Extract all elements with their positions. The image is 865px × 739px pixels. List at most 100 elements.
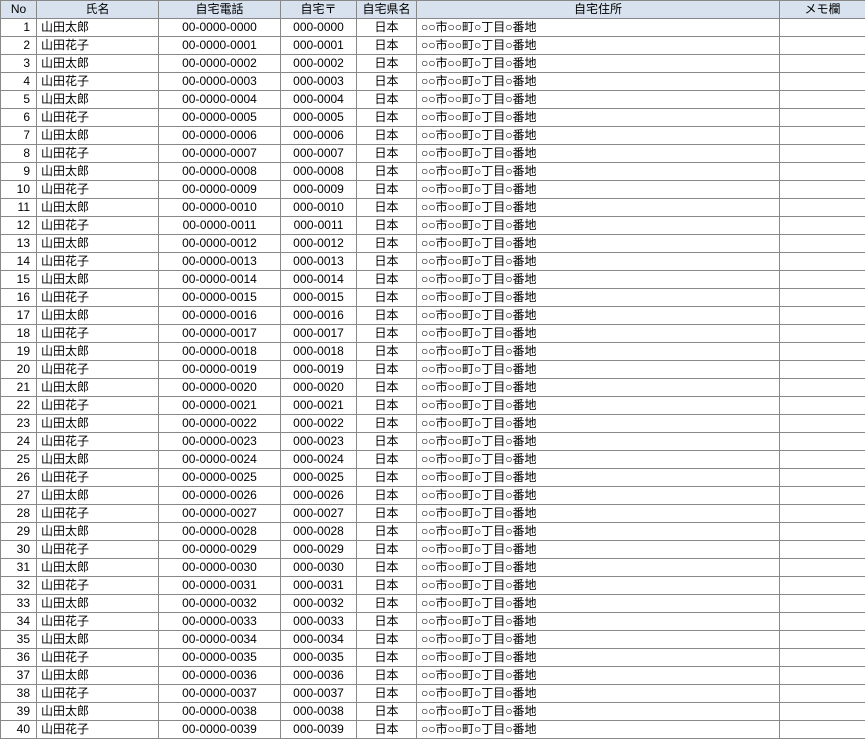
cell-no: 34: [1, 613, 37, 631]
cell-addr: ○○市○○町○丁目○番地: [417, 199, 780, 217]
cell-addr: ○○市○○町○丁目○番地: [417, 577, 780, 595]
table-row: 28山田花子00-0000-0027000-0027日本○○市○○町○丁目○番地: [1, 505, 865, 523]
cell-zip: 000-0036: [281, 667, 357, 685]
cell-no: 38: [1, 685, 37, 703]
cell-zip: 000-0022: [281, 415, 357, 433]
cell-pref: 日本: [357, 379, 417, 397]
table-row: 32山田花子00-0000-0031000-0031日本○○市○○町○丁目○番地: [1, 577, 865, 595]
cell-addr: ○○市○○町○丁目○番地: [417, 523, 780, 541]
cell-addr: ○○市○○町○丁目○番地: [417, 433, 780, 451]
table-row: 14山田花子00-0000-0013000-0013日本○○市○○町○丁目○番地: [1, 253, 865, 271]
cell-addr: ○○市○○町○丁目○番地: [417, 595, 780, 613]
cell-addr: ○○市○○町○丁目○番地: [417, 505, 780, 523]
cell-addr: ○○市○○町○丁目○番地: [417, 235, 780, 253]
col-header-pref: 自宅県名: [357, 1, 417, 19]
cell-zip: 000-0026: [281, 487, 357, 505]
cell-zip: 000-0007: [281, 145, 357, 163]
cell-name: 山田太郎: [37, 271, 159, 289]
cell-memo: [780, 253, 865, 271]
table-row: 15山田太郎00-0000-0014000-0014日本○○市○○町○丁目○番地: [1, 271, 865, 289]
cell-phone: 00-0000-0005: [159, 109, 281, 127]
cell-name: 山田太郎: [37, 343, 159, 361]
cell-no: 3: [1, 55, 37, 73]
cell-zip: 000-0031: [281, 577, 357, 595]
cell-phone: 00-0000-0037: [159, 685, 281, 703]
cell-memo: [780, 577, 865, 595]
cell-no: 29: [1, 523, 37, 541]
cell-pref: 日本: [357, 145, 417, 163]
cell-pref: 日本: [357, 487, 417, 505]
cell-memo: [780, 703, 865, 721]
table-row: 29山田太郎00-0000-0028000-0028日本○○市○○町○丁目○番地: [1, 523, 865, 541]
cell-pref: 日本: [357, 469, 417, 487]
cell-zip: 000-0002: [281, 55, 357, 73]
cell-pref: 日本: [357, 127, 417, 145]
table-row: 25山田太郎00-0000-0024000-0024日本○○市○○町○丁目○番地: [1, 451, 865, 469]
table-row: 21山田太郎00-0000-0020000-0020日本○○市○○町○丁目○番地: [1, 379, 865, 397]
cell-addr: ○○市○○町○丁目○番地: [417, 541, 780, 559]
cell-zip: 000-0035: [281, 649, 357, 667]
cell-no: 28: [1, 505, 37, 523]
cell-memo: [780, 559, 865, 577]
cell-phone: 00-0000-0038: [159, 703, 281, 721]
cell-addr: ○○市○○町○丁目○番地: [417, 217, 780, 235]
cell-phone: 00-0000-0001: [159, 37, 281, 55]
table-row: 2山田花子00-0000-0001000-0001日本○○市○○町○丁目○番地: [1, 37, 865, 55]
cell-memo: [780, 649, 865, 667]
cell-addr: ○○市○○町○丁目○番地: [417, 127, 780, 145]
cell-no: 37: [1, 667, 37, 685]
cell-memo: [780, 19, 865, 37]
cell-zip: 000-0010: [281, 199, 357, 217]
table-row: 7山田太郎00-0000-0006000-0006日本○○市○○町○丁目○番地: [1, 127, 865, 145]
cell-zip: 000-0018: [281, 343, 357, 361]
cell-pref: 日本: [357, 109, 417, 127]
cell-name: 山田花子: [37, 37, 159, 55]
cell-name: 山田花子: [37, 289, 159, 307]
cell-pref: 日本: [357, 289, 417, 307]
cell-zip: 000-0037: [281, 685, 357, 703]
cell-zip: 000-0003: [281, 73, 357, 91]
cell-zip: 000-0001: [281, 37, 357, 55]
cell-pref: 日本: [357, 73, 417, 91]
cell-phone: 00-0000-0016: [159, 307, 281, 325]
table-row: 18山田花子00-0000-0017000-0017日本○○市○○町○丁目○番地: [1, 325, 865, 343]
cell-pref: 日本: [357, 613, 417, 631]
cell-name: 山田花子: [37, 685, 159, 703]
cell-pref: 日本: [357, 271, 417, 289]
cell-memo: [780, 55, 865, 73]
table-row: 24山田花子00-0000-0023000-0023日本○○市○○町○丁目○番地: [1, 433, 865, 451]
cell-name: 山田太郎: [37, 163, 159, 181]
cell-no: 23: [1, 415, 37, 433]
cell-addr: ○○市○○町○丁目○番地: [417, 361, 780, 379]
table-row: 27山田太郎00-0000-0026000-0026日本○○市○○町○丁目○番地: [1, 487, 865, 505]
cell-phone: 00-0000-0021: [159, 397, 281, 415]
cell-memo: [780, 37, 865, 55]
cell-no: 12: [1, 217, 37, 235]
cell-no: 30: [1, 541, 37, 559]
cell-pref: 日本: [357, 55, 417, 73]
cell-memo: [780, 91, 865, 109]
col-header-zip: 自宅〒: [281, 1, 357, 19]
cell-name: 山田太郎: [37, 19, 159, 37]
cell-zip: 000-0033: [281, 613, 357, 631]
cell-pref: 日本: [357, 685, 417, 703]
cell-pref: 日本: [357, 163, 417, 181]
cell-phone: 00-0000-0004: [159, 91, 281, 109]
table-row: 19山田太郎00-0000-0018000-0018日本○○市○○町○丁目○番地: [1, 343, 865, 361]
cell-name: 山田太郎: [37, 631, 159, 649]
cell-zip: 000-0000: [281, 19, 357, 37]
table-row: 23山田太郎00-0000-0022000-0022日本○○市○○町○丁目○番地: [1, 415, 865, 433]
cell-zip: 000-0027: [281, 505, 357, 523]
cell-memo: [780, 379, 865, 397]
cell-no: 19: [1, 343, 37, 361]
cell-pref: 日本: [357, 649, 417, 667]
table-row: 4山田花子00-0000-0003000-0003日本○○市○○町○丁目○番地: [1, 73, 865, 91]
cell-memo: [780, 361, 865, 379]
cell-pref: 日本: [357, 253, 417, 271]
cell-memo: [780, 613, 865, 631]
col-header-no: No: [1, 1, 37, 19]
cell-phone: 00-0000-0015: [159, 289, 281, 307]
cell-pref: 日本: [357, 631, 417, 649]
cell-phone: 00-0000-0018: [159, 343, 281, 361]
cell-phone: 00-0000-0035: [159, 649, 281, 667]
